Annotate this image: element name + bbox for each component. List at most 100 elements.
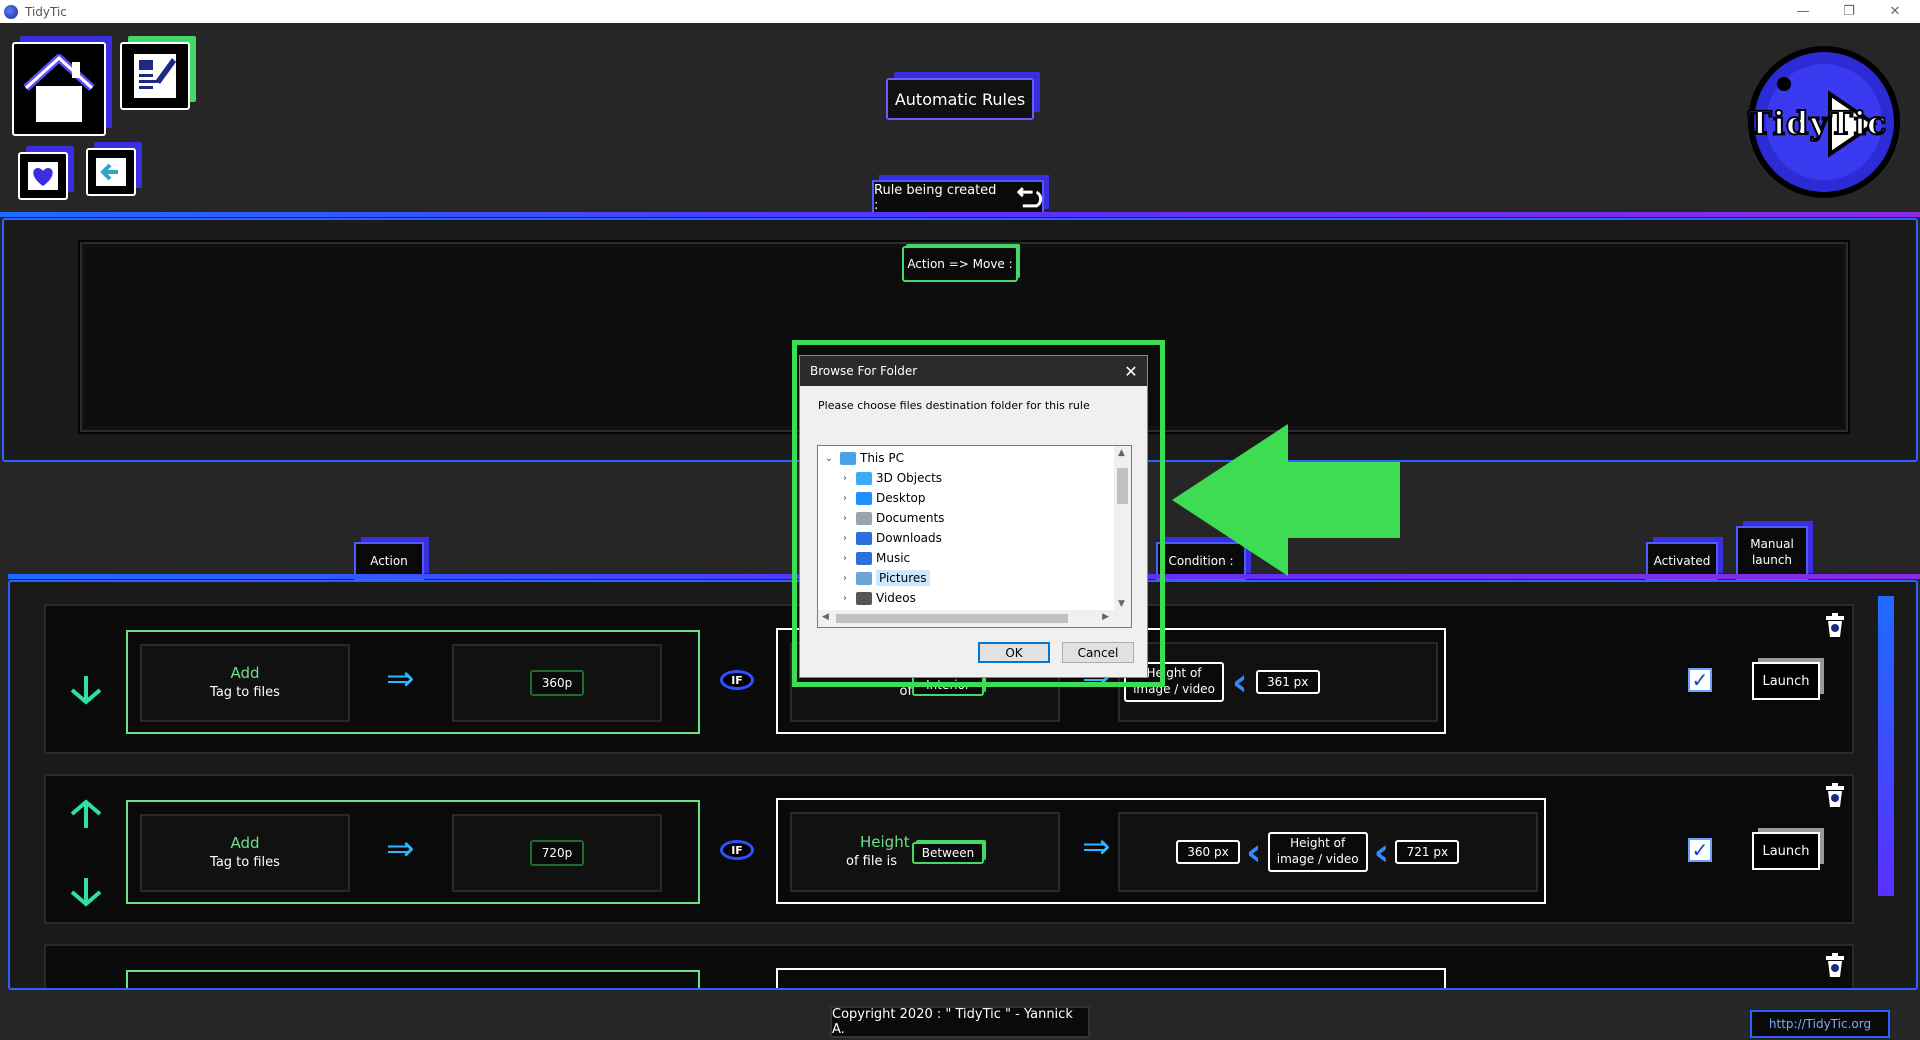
rule-1-delete-icon[interactable] <box>1824 612 1846 638</box>
back-button[interactable] <box>86 148 136 196</box>
rule-2-operator[interactable]: Between <box>912 842 984 864</box>
rule-being-created-tab: Rule being created : <box>872 180 1044 216</box>
rule-2-less-than-icon-2: ‹ <box>1373 830 1390 874</box>
tree-node[interactable]: › Pictures <box>818 568 1113 588</box>
rule-2-less-than-icon-1: ‹ <box>1246 830 1262 874</box>
rule-2-value-cell[interactable]: 720p <box>452 814 662 892</box>
tree-node-label: Music <box>876 551 911 565</box>
rule-1-action-box: Add Tag to files ⇒ 360p <box>126 630 700 734</box>
rule-1-action-arrow-icon: ⇒ <box>386 659 415 699</box>
collapse-chevron-icon[interactable]: ⌄ <box>822 453 836 464</box>
rule-1-limit[interactable]: 361 px <box>1255 670 1320 694</box>
move-up-arrow-icon[interactable] <box>68 798 104 830</box>
tree-node[interactable]: ⌄ This PC <box>818 448 1113 468</box>
tree-node[interactable]: › Downloads <box>818 528 1113 548</box>
rule-1-less-than-icon: ‹ <box>1232 660 1248 704</box>
tree-node[interactable]: › Videos <box>818 588 1113 608</box>
pc-icon <box>840 451 856 465</box>
tree-vertical-scrollbar[interactable]: ▲ ▼ <box>1114 446 1131 611</box>
rule-1-value-cell[interactable]: 360p <box>452 644 662 722</box>
desktop-icon <box>856 491 872 505</box>
move-down-arrow-icon[interactable] <box>68 674 104 706</box>
tree-node-label: Desktop <box>876 491 926 505</box>
home-icon <box>23 54 95 122</box>
rule-2-activated-checkbox[interactable]: ✓ <box>1688 838 1712 862</box>
action-move-badge[interactable]: Action => Move : <box>902 246 1018 282</box>
rules-editor-icon <box>134 54 176 98</box>
tree-horizontal-scrollbar[interactable]: ◀ ▶ <box>818 610 1131 627</box>
home-button[interactable] <box>12 42 106 136</box>
tree-node-label: Videos <box>876 591 916 605</box>
rule-1-activated-checkbox[interactable]: ✓ <box>1688 668 1712 692</box>
expand-chevron-icon[interactable]: › <box>838 593 852 604</box>
dialog-titlebar: Browse For Folder ✕ <box>800 356 1147 386</box>
tidytic-app: TidyTic — ❐ ✕ Automatic Rules TidyTic Ru… <box>0 0 1920 1040</box>
tree-vertical-scroll-thumb[interactable] <box>1117 468 1128 504</box>
rule-2-low[interactable]: 360 px <box>1176 840 1240 864</box>
scroll-left-icon[interactable]: ◀ <box>822 612 829 622</box>
tree-horizontal-scroll-thumb[interactable] <box>836 614 1068 623</box>
expand-chevron-icon[interactable]: › <box>838 553 852 564</box>
tree-node-label: Pictures <box>876 570 930 586</box>
rule-2-measure-line-1: Height of <box>1290 836 1346 851</box>
scroll-down-icon[interactable]: ▼ <box>1118 599 1125 609</box>
dialog-cancel-button[interactable]: Cancel <box>1062 642 1134 663</box>
rule-2-if-badge: IF <box>720 840 754 860</box>
move-down-arrow-icon[interactable] <box>68 876 104 908</box>
app-icon <box>4 4 18 19</box>
rule-2-delete-icon[interactable] <box>1824 782 1846 808</box>
close-button[interactable]: ✕ <box>1872 0 1918 23</box>
manual-launch-label-1: Manual <box>1750 537 1794 552</box>
back-arrow-icon <box>96 158 126 186</box>
rule-row-3 <box>44 944 1854 988</box>
scroll-right-icon[interactable]: ▶ <box>1102 612 1109 622</box>
tree-node-label: This PC <box>860 451 904 465</box>
undo-icon[interactable] <box>1013 186 1042 210</box>
tree-node[interactable]: › Desktop <box>818 488 1113 508</box>
dialog-ok-label: OK <box>1005 645 1023 660</box>
tree-node[interactable]: › Music <box>818 548 1113 568</box>
folder-tree[interactable]: ⌄ This PC › 3D Objects › Desktop › Documents › Do… <box>817 445 1132 628</box>
minimize-button[interactable]: — <box>1780 0 1826 23</box>
rule-2-condition-attr: Height <box>860 833 910 852</box>
rule-1-action-cell[interactable]: Add Tag to files <box>140 644 350 722</box>
browse-folder-dialog: Browse For Folder ✕ Please choose files … <box>799 355 1148 678</box>
rule-2-action-box: Add Tag to files ⇒ 720p <box>126 800 700 904</box>
manual-launch-column-header: Manual launch <box>1736 526 1808 580</box>
website-link[interactable]: http://TidyTic.org <box>1750 1010 1890 1038</box>
rule-2-action-cell[interactable]: Add Tag to files <box>140 814 350 892</box>
rule-1-launch-button[interactable]: Launch <box>1752 662 1820 700</box>
scroll-up-icon[interactable]: ▲ <box>1118 448 1125 458</box>
rule-2-action-arrow-icon: ⇒ <box>386 829 415 869</box>
dialog-ok-button[interactable]: OK <box>978 642 1050 663</box>
tree-node-label: 3D Objects <box>876 471 943 485</box>
expand-chevron-icon[interactable]: › <box>838 473 852 484</box>
rules-list-scrollbar[interactable] <box>1878 596 1894 896</box>
maximize-button[interactable]: ❐ <box>1826 0 1872 23</box>
rule-1-value: 360p <box>529 669 585 697</box>
rule-2-limit[interactable]: 721 px <box>1395 840 1460 864</box>
expand-chevron-icon[interactable]: › <box>838 573 852 584</box>
activated-column-label: Activated <box>1653 554 1711 568</box>
rule-2-launch-label: Launch <box>1762 843 1810 859</box>
rule-1-launch-label: Launch <box>1762 673 1810 689</box>
copyright-text: Copyright 2020 : " TidyTic " - Yannick A… <box>832 1007 1073 1037</box>
expand-chevron-icon[interactable]: › <box>838 533 852 544</box>
rules-editor-button[interactable] <box>120 42 190 110</box>
rule-2-measure-cell: 360 px ‹ Height of image / video ‹ 721 p… <box>1118 812 1538 892</box>
tree-node[interactable]: › Documents <box>818 508 1113 528</box>
favorites-button[interactable] <box>18 152 68 200</box>
logo-text: TidyTic <box>1747 103 1888 143</box>
expand-chevron-icon[interactable]: › <box>838 513 852 524</box>
website-link-text: http://TidyTic.org <box>1768 1017 1872 1031</box>
rule-2-measure-line-2: image / video <box>1276 852 1359 866</box>
tree-node[interactable]: › 3D Objects <box>818 468 1113 488</box>
rule-2-launch-button[interactable]: Launch <box>1752 832 1820 870</box>
rule-2-condition-box: Height of file is Between ⇒ 360 px ‹ Hei… <box>776 798 1546 904</box>
rule-3-delete-icon[interactable] <box>1824 952 1846 978</box>
documents-icon <box>856 511 872 525</box>
dialog-close-icon[interactable]: ✕ <box>1121 361 1141 381</box>
rule-1-if-label: IF <box>731 673 743 687</box>
dialog-title: Browse For Folder <box>810 364 918 378</box>
expand-chevron-icon[interactable]: › <box>838 493 852 504</box>
